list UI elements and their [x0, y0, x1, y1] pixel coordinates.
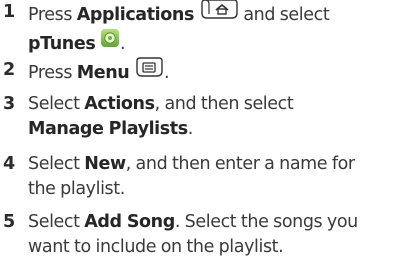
step-line-2: pTunes .: [28, 28, 408, 58]
step-text: Select Add Song. Select the songs you wa…: [28, 210, 408, 260]
step-line-2: the playlist.: [28, 179, 125, 199]
instructions-page: 1 Press Applications and select pTunes .…: [0, 0, 410, 268]
step-text-plain: Press: [28, 63, 77, 83]
add-song-label: Add Song: [84, 212, 175, 232]
step-line-2: want to include on the playlist.: [28, 237, 284, 257]
step-text: Select New, and then enter a name for th…: [28, 152, 408, 202]
step-number: 4: [3, 154, 16, 174]
applications-key-icon: [199, 0, 239, 28]
step-text-plain: .: [120, 34, 126, 54]
step-text-plain: . Select the songs you: [174, 212, 358, 232]
step-text-plain: Press: [28, 5, 77, 25]
applications-label: Applications: [76, 5, 195, 25]
step-line-2: Manage Playlists.: [28, 117, 408, 142]
step-number: 3: [3, 94, 16, 114]
step-line-1: Press Applications and select: [28, 0, 408, 30]
step-number: 2: [3, 60, 16, 80]
menu-label: Menu: [76, 63, 130, 83]
step-line-1: Select Actions, and then select: [28, 92, 408, 117]
new-label: New: [84, 154, 126, 174]
step-number: 1: [3, 2, 16, 22]
menu-key-icon: [134, 56, 164, 86]
step-text-plain: Select: [28, 154, 85, 174]
step-line-1: Press Menu .: [28, 56, 408, 88]
step-text-plain: , and then select: [154, 94, 294, 114]
step-text-plain: Select: [28, 212, 85, 232]
ptunes-label: pTunes: [28, 34, 96, 54]
step-text: Press Menu .: [28, 56, 408, 88]
step-text: Select Actions, and then select Manage P…: [28, 92, 408, 142]
ptunes-app-icon: [100, 28, 120, 56]
step-text: Press Applications and select pTunes .: [28, 0, 408, 58]
manage-playlists-label: Manage Playlists: [28, 119, 188, 139]
step-text-plain: , and then enter a name for: [125, 154, 355, 174]
step-text-plain: Select: [28, 94, 85, 114]
step-line-1: Select Add Song. Select the songs you: [28, 210, 408, 235]
step-number: 5: [3, 212, 16, 232]
step-text-plain: .: [187, 119, 194, 139]
step-text-plain: and select: [238, 5, 330, 25]
step-text-plain: .: [164, 63, 170, 83]
step-line-1: Select New, and then enter a name for: [28, 152, 408, 177]
actions-label: Actions: [84, 94, 155, 114]
